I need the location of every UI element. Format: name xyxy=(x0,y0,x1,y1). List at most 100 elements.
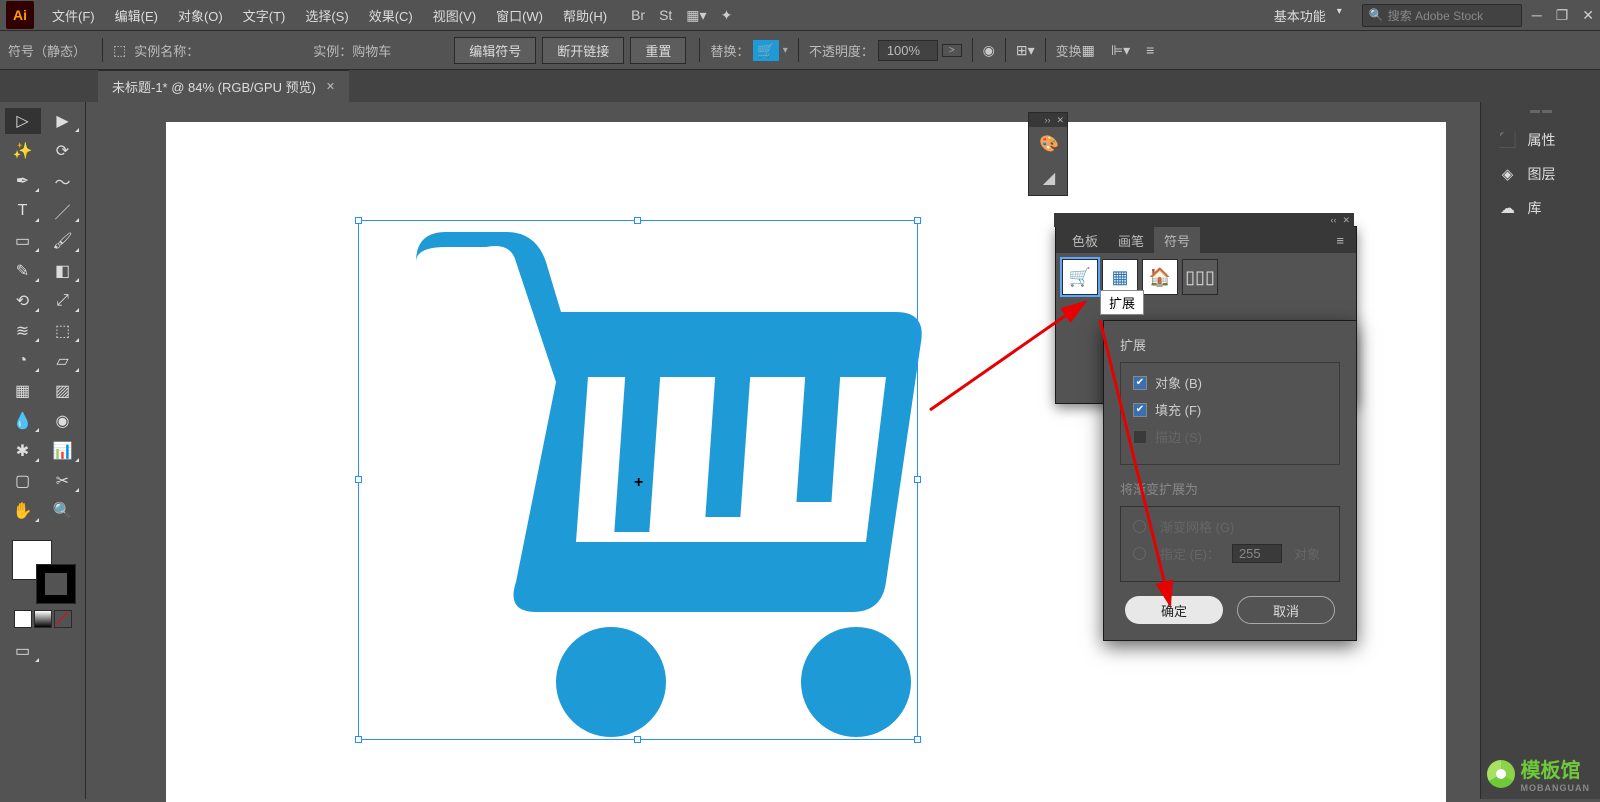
tab-symbols[interactable]: 符号 xyxy=(1154,227,1200,254)
replace-label: 替换： xyxy=(710,41,749,60)
scale-tool[interactable]: ⤢ xyxy=(45,288,81,314)
tab-swatches[interactable]: 色板 xyxy=(1062,227,1108,254)
color-mode-icon[interactable] xyxy=(14,610,32,628)
slice-tool[interactable]: ✂ xyxy=(45,468,81,494)
layers-icon: ◈ xyxy=(1498,165,1518,183)
window-close-icon[interactable]: ✕ xyxy=(1582,7,1594,24)
color-panel-icon[interactable]: 🎨 xyxy=(1029,127,1069,161)
panel-collapse-icon[interactable]: ‹‹ xyxy=(1330,215,1336,225)
dock-close-icon[interactable]: ✕ xyxy=(1056,115,1064,126)
hand-tool[interactable]: ✋ xyxy=(5,498,41,524)
mini-dock[interactable]: ›› ✕ 🎨 ◢ xyxy=(1028,112,1068,196)
column-graph-tool[interactable]: 📊 xyxy=(45,438,81,464)
document-tab-bar: 未标题-1* @ 84% (RGB/GPU 预览) ✕ xyxy=(0,70,1600,102)
center-crosshair-icon: + xyxy=(634,474,643,492)
layers-panel-button[interactable]: ◈图层 xyxy=(1486,158,1596,190)
mesh-tool[interactable]: ▦ xyxy=(5,378,41,404)
eraser-tool[interactable]: ◧ xyxy=(45,258,81,284)
right-panel-strip: ⬛属性 ◈图层 ☁库 xyxy=(1480,102,1600,799)
checkbox-object-row[interactable]: ✔对象 (B) xyxy=(1133,373,1327,392)
selection-tool[interactable]: ▷ xyxy=(5,108,41,134)
panel-icon-2[interactable]: ⊫▾ xyxy=(1111,42,1130,59)
type-tool[interactable]: T xyxy=(5,198,41,224)
paintbrush-tool[interactable]: 🖌 xyxy=(45,228,81,254)
instance-name-input[interactable] xyxy=(199,43,299,58)
free-transform-tool[interactable]: ⬚ xyxy=(45,318,81,344)
libraries-panel-button[interactable]: ☁库 xyxy=(1486,192,1596,224)
shape-builder-tool[interactable]: ◔ xyxy=(5,348,41,374)
ok-button[interactable]: 确定 xyxy=(1125,596,1223,624)
blend-tool[interactable]: ◉ xyxy=(45,408,81,434)
break-link-button[interactable]: 断开链接 xyxy=(542,37,624,64)
menu-type[interactable]: 文字(T) xyxy=(233,6,296,25)
arrange-icon[interactable]: ▦▾ xyxy=(686,7,706,24)
menu-help[interactable]: 帮助(H) xyxy=(553,6,617,25)
edit-symbol-button[interactable]: 编辑符号 xyxy=(454,37,536,64)
panel-menu-icon[interactable]: ≡ xyxy=(1330,233,1350,248)
window-minimize-icon[interactable]: ─ xyxy=(1532,7,1542,24)
reset-button[interactable]: 重置 xyxy=(630,37,686,64)
menu-file[interactable]: 文件(F) xyxy=(42,6,105,25)
menu-edit[interactable]: 编辑(E) xyxy=(105,6,168,25)
menu-view[interactable]: 视图(V) xyxy=(423,6,486,25)
curvature-tool[interactable]: 〜 xyxy=(45,168,81,194)
stroke-swatch[interactable] xyxy=(36,564,76,604)
instance-name-label: 实例名称： xyxy=(134,41,199,60)
line-tool[interactable]: ／ xyxy=(45,198,81,224)
align-icon[interactable]: ⊞▾ xyxy=(1016,42,1035,59)
panel-drag-handle[interactable] xyxy=(1521,110,1561,118)
search-icon: 🔍 xyxy=(1369,8,1384,22)
none-mode-icon[interactable]: ⟋ xyxy=(54,610,72,628)
menu-object[interactable]: 对象(O) xyxy=(168,6,233,25)
menu-window[interactable]: 窗口(W) xyxy=(486,6,553,25)
panel-icon-3[interactable]: ≡ xyxy=(1146,42,1154,58)
shaper-tool[interactable]: ✎ xyxy=(5,258,41,284)
rectangle-tool[interactable]: ▭ xyxy=(5,228,41,254)
symbol-thumb-home[interactable]: 🏠 xyxy=(1142,259,1178,295)
perspective-tool[interactable]: ▱ xyxy=(45,348,81,374)
properties-panel-button[interactable]: ⬛属性 xyxy=(1486,124,1596,156)
replace-symbol-icon[interactable]: 🛒 xyxy=(753,40,778,61)
menu-select[interactable]: 选择(S) xyxy=(295,6,358,25)
checkbox-fill-row[interactable]: ✔填充 (F) xyxy=(1133,400,1327,419)
dock-collapse-icon[interactable]: ›› xyxy=(1044,115,1050,125)
tab-brushes[interactable]: 画笔 xyxy=(1108,227,1154,254)
radio-specify-row: 指定 (E)：255对象 xyxy=(1133,544,1327,563)
window-restore-icon[interactable]: ❐ xyxy=(1556,7,1569,24)
style-icon[interactable]: ◉ xyxy=(983,42,995,59)
zoom-tool[interactable]: 🔍 xyxy=(45,498,81,524)
gradient-mode-icon[interactable] xyxy=(34,610,52,628)
tab-close-icon[interactable]: ✕ xyxy=(326,80,335,93)
color-guide-panel-icon[interactable]: ◢ xyxy=(1029,161,1069,195)
artboard-tool[interactable]: ▢ xyxy=(5,468,41,494)
workspace-switcher[interactable]: 基本功能 xyxy=(1262,4,1346,27)
watermark-logo-icon xyxy=(1487,760,1515,788)
panel-icon-1[interactable]: ▦ xyxy=(1082,42,1095,59)
stock-search[interactable]: 🔍搜索 Adobe Stock xyxy=(1362,4,1522,27)
checkbox-object[interactable]: ✔ xyxy=(1133,376,1147,390)
gpu-icon[interactable]: ✦ xyxy=(721,7,733,24)
width-tool[interactable]: ≋ xyxy=(5,318,41,344)
panel-close-icon[interactable]: ✕ xyxy=(1342,215,1350,226)
stock-icon[interactable]: St xyxy=(659,7,672,23)
magic-wand-tool[interactable]: ✨ xyxy=(5,138,41,164)
opacity-field[interactable]: 100% xyxy=(878,40,938,61)
bridge-icon[interactable]: Br xyxy=(631,7,645,23)
document-tab[interactable]: 未标题-1* @ 84% (RGB/GPU 预览) ✕ xyxy=(98,70,349,102)
fill-stroke-swatch[interactable] xyxy=(8,536,78,606)
cancel-button[interactable]: 取消 xyxy=(1237,596,1335,624)
checkbox-fill[interactable]: ✔ xyxy=(1133,403,1147,417)
symbol-instance-icon[interactable]: ⬚ xyxy=(113,42,126,59)
pen-tool[interactable]: ✒ xyxy=(5,168,41,194)
lasso-tool[interactable]: ⟳ xyxy=(45,138,81,164)
gradient-tool[interactable]: ▨ xyxy=(45,378,81,404)
rotate-tool[interactable]: ⟲ xyxy=(5,288,41,314)
direct-selection-tool[interactable]: ▶ xyxy=(45,108,81,134)
transform-label[interactable]: 变换 xyxy=(1056,41,1082,60)
screen-mode-tool[interactable]: ▭ xyxy=(5,638,41,664)
symbol-thumb-books[interactable]: ▯▯▯ xyxy=(1182,259,1218,295)
eyedropper-tool[interactable]: 💧 xyxy=(5,408,41,434)
symbol-thumb-cart[interactable]: 🛒 xyxy=(1062,259,1098,295)
symbol-sprayer-tool[interactable]: ✱ xyxy=(5,438,41,464)
menu-effect[interactable]: 效果(C) xyxy=(359,6,423,25)
